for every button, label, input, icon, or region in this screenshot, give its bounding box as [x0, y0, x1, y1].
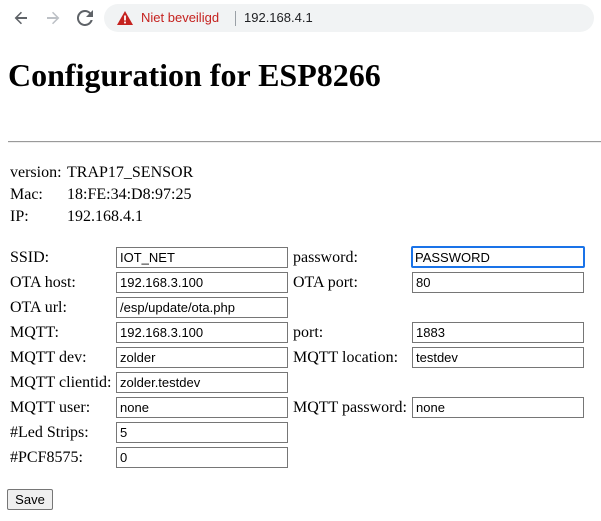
- mqtt-host-input[interactable]: [116, 322, 288, 343]
- password-input[interactable]: [411, 246, 585, 268]
- mqtt-location-input[interactable]: [412, 347, 584, 368]
- password-label: password:: [293, 249, 358, 266]
- ota-url-label: OTA url:: [10, 299, 67, 316]
- page-title: Configuration for ESP8266: [8, 57, 381, 93]
- browser-toolbar: Niet beveiligd 192.168.4.1: [0, 0, 601, 36]
- warning-icon[interactable]: [116, 10, 134, 26]
- arrow-right-icon: [47, 11, 60, 25]
- mqtt-label: MQTT:: [10, 324, 59, 341]
- reload-icon: [77, 10, 93, 26]
- address-bar-divider: [235, 11, 236, 26]
- save-button[interactable]: Save: [7, 489, 53, 510]
- mqtt-user-input[interactable]: [116, 397, 288, 418]
- reload-button[interactable]: [73, 6, 97, 30]
- forward-button[interactable]: [41, 6, 65, 30]
- back-button[interactable]: [9, 6, 33, 30]
- mqtt-clientid-input[interactable]: [116, 372, 288, 393]
- mqtt-dev-label: MQTT dev:: [10, 349, 87, 366]
- mqtt-password-input[interactable]: [412, 397, 584, 418]
- port-label: port:: [293, 324, 324, 341]
- ota-host-input[interactable]: [116, 272, 288, 293]
- mqtt-password-label: MQTT password:: [293, 399, 407, 416]
- ota-port-label: OTA port:: [293, 274, 358, 291]
- pcf8575-label: #PCF8575:: [10, 449, 83, 466]
- mqtt-user-label: MQTT user:: [10, 399, 91, 416]
- url-text[interactable]: 192.168.4.1: [244, 10, 313, 25]
- ip-value: 192.168.4.1: [67, 208, 143, 225]
- ip-label: IP:: [10, 208, 29, 225]
- security-status-label[interactable]: Niet beveiligd: [141, 10, 219, 25]
- ota-url-input[interactable]: [116, 297, 288, 318]
- ota-port-input[interactable]: [412, 272, 584, 293]
- ssid-input[interactable]: [116, 247, 288, 268]
- mqtt-port-input[interactable]: [412, 322, 584, 343]
- arrow-left-icon: [14, 11, 27, 25]
- led-strips-label: #Led Strips:: [10, 424, 89, 441]
- version-label: version:: [10, 164, 62, 181]
- ota-host-label: OTA host:: [10, 274, 76, 291]
- version-value: TRAP17_SENSOR: [67, 164, 194, 181]
- mqtt-dev-input[interactable]: [116, 347, 288, 368]
- pcf8575-input[interactable]: [116, 447, 288, 468]
- mqtt-clientid-label: MQTT clientid:: [10, 374, 112, 391]
- mac-value: 18:FE:34:D8:97:25: [67, 186, 192, 203]
- divider: [8, 141, 601, 143]
- led-strips-input[interactable]: [116, 422, 288, 443]
- mqtt-location-label: MQTT location:: [293, 349, 399, 366]
- ssid-label: SSID:: [10, 249, 50, 266]
- address-bar[interactable]: Niet beveiligd 192.168.4.1: [104, 4, 594, 32]
- mac-label: Mac:: [10, 186, 43, 203]
